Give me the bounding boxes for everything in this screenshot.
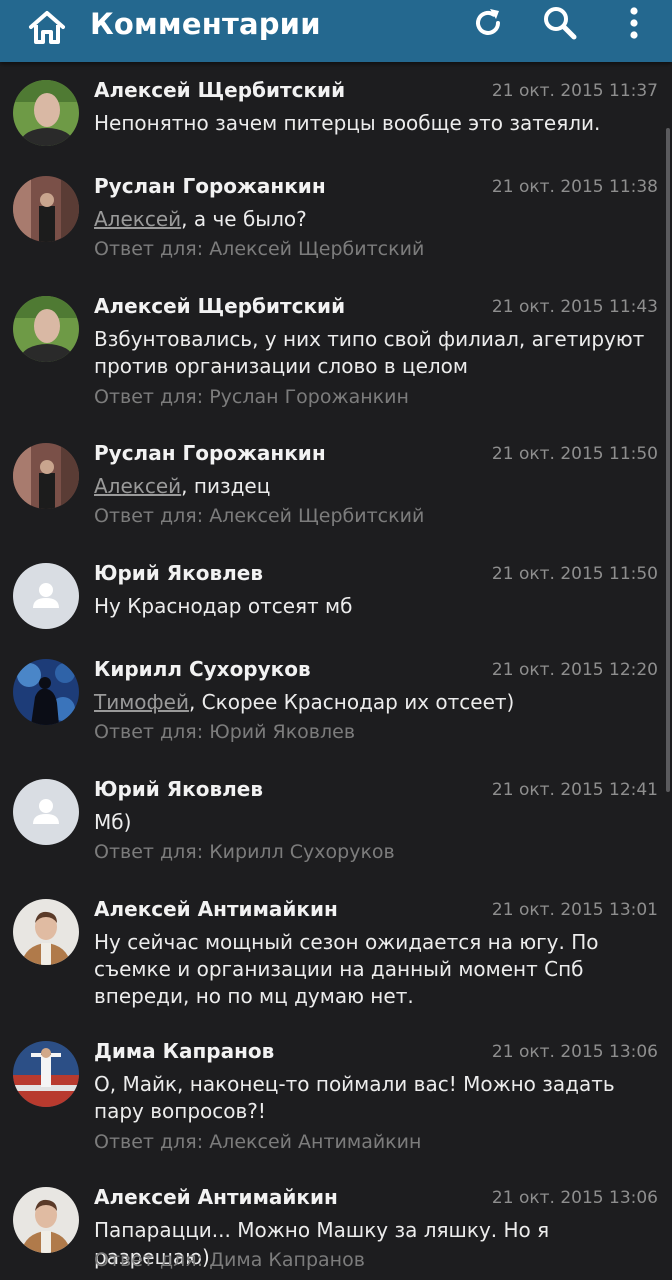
more-options-button[interactable]: [606, 0, 662, 50]
comment-author[interactable]: Руслан Горожанкин: [94, 172, 326, 200]
comment-time: 21 окт. 2015 13:06: [491, 1042, 658, 1062]
comment-time: 21 окт. 2015 11:43: [491, 297, 658, 317]
comment-author[interactable]: Юрий Яковлев: [94, 559, 263, 587]
reply-to[interactable]: Ответ для: Алексей Щербитский: [94, 503, 424, 529]
avatar[interactable]: [13, 176, 79, 242]
comment-time: 21 окт. 2015 11:50: [491, 564, 658, 584]
scrollbar[interactable]: [666, 128, 670, 792]
comment-time: 21 окт. 2015 11:38: [491, 177, 658, 197]
search-button[interactable]: [532, 0, 588, 50]
comment-text: Алексей, пиздец: [94, 474, 271, 498]
comment-time: 21 окт. 2015 11:50: [491, 444, 658, 464]
reply-to[interactable]: Ответ для: Кирилл Сухоруков: [94, 839, 395, 865]
avatar[interactable]: [13, 443, 79, 509]
avatar[interactable]: [13, 1187, 79, 1253]
reply-to[interactable]: Ответ для: Руслан Горожанкин: [94, 384, 409, 410]
search-icon: [542, 5, 578, 45]
mention-link[interactable]: Алексей: [94, 474, 181, 498]
comment-list[interactable]: Алексей Щербитский 21 окт. 2015 11:37 Не…: [0, 62, 672, 1280]
avatar[interactable]: [13, 296, 79, 362]
comment-text: Ну Краснодар отсеят мб: [94, 594, 353, 618]
comment-author[interactable]: Алексей Антимайкин: [94, 1183, 338, 1211]
comment-text: Алексей, а че было?: [94, 207, 307, 231]
app-bar: Комментарии: [0, 0, 672, 62]
reply-to[interactable]: Ответ для: Юрий Яковлев: [94, 719, 355, 745]
comment-text: О, Майк, наконец-то поймали вас! Можно з…: [94, 1072, 615, 1123]
avatar[interactable]: [13, 899, 79, 965]
comment-time: 21 окт. 2015 11:37: [491, 81, 658, 101]
comment-text: Взбунтовались, у них типо свой филиал, а…: [94, 327, 645, 378]
avatar[interactable]: [13, 563, 79, 629]
home-button[interactable]: [22, 4, 72, 54]
comment-author[interactable]: Дима Капранов: [94, 1037, 274, 1065]
comment-text: Ну сейчас мощный сезон ожидается на югу.…: [94, 930, 599, 1008]
refresh-button[interactable]: [460, 0, 516, 50]
comment-time: 21 окт. 2015 12:20: [491, 660, 658, 680]
comment-author[interactable]: Кирилл Сухоруков: [94, 655, 311, 683]
reply-to[interactable]: Ответ для: Дима Капранов: [94, 1247, 365, 1273]
reply-to[interactable]: Ответ для: Алексей Антимайкин: [94, 1129, 421, 1155]
refresh-icon: [471, 6, 505, 44]
avatar[interactable]: [13, 1041, 79, 1107]
comment-author[interactable]: Алексей Щербитский: [94, 292, 345, 320]
reply-to[interactable]: Ответ для: Алексей Щербитский: [94, 236, 424, 262]
avatar[interactable]: [13, 659, 79, 725]
comment-author[interactable]: Руслан Горожанкин: [94, 439, 326, 467]
comment-text: Непонятно зачем питерцы вообще это затея…: [94, 111, 601, 135]
avatar[interactable]: [13, 80, 79, 146]
comment-time: 21 окт. 2015 12:41: [491, 780, 658, 800]
comment-text: Тимофей, Скорее Краснодар их отсеет): [94, 690, 515, 714]
comment-time: 21 окт. 2015 13:06: [491, 1188, 658, 1208]
page-title: Комментарии: [90, 7, 321, 41]
comment-author[interactable]: Юрий Яковлев: [94, 775, 263, 803]
comments-screen: Комментарии Алексей Щербитский 21 окт. 2…: [0, 0, 672, 1280]
comment-time: 21 окт. 2015 13:01: [491, 900, 658, 920]
more-vertical-icon: [629, 6, 639, 44]
comment-author[interactable]: Алексей Щербитский: [94, 76, 345, 104]
mention-link[interactable]: Алексей: [94, 207, 181, 231]
avatar[interactable]: [13, 779, 79, 845]
comment-text: Мб): [94, 810, 132, 834]
comment-author[interactable]: Алексей Антимайкин: [94, 895, 338, 923]
home-icon: [27, 9, 67, 49]
mention-link[interactable]: Тимофей: [94, 690, 189, 714]
